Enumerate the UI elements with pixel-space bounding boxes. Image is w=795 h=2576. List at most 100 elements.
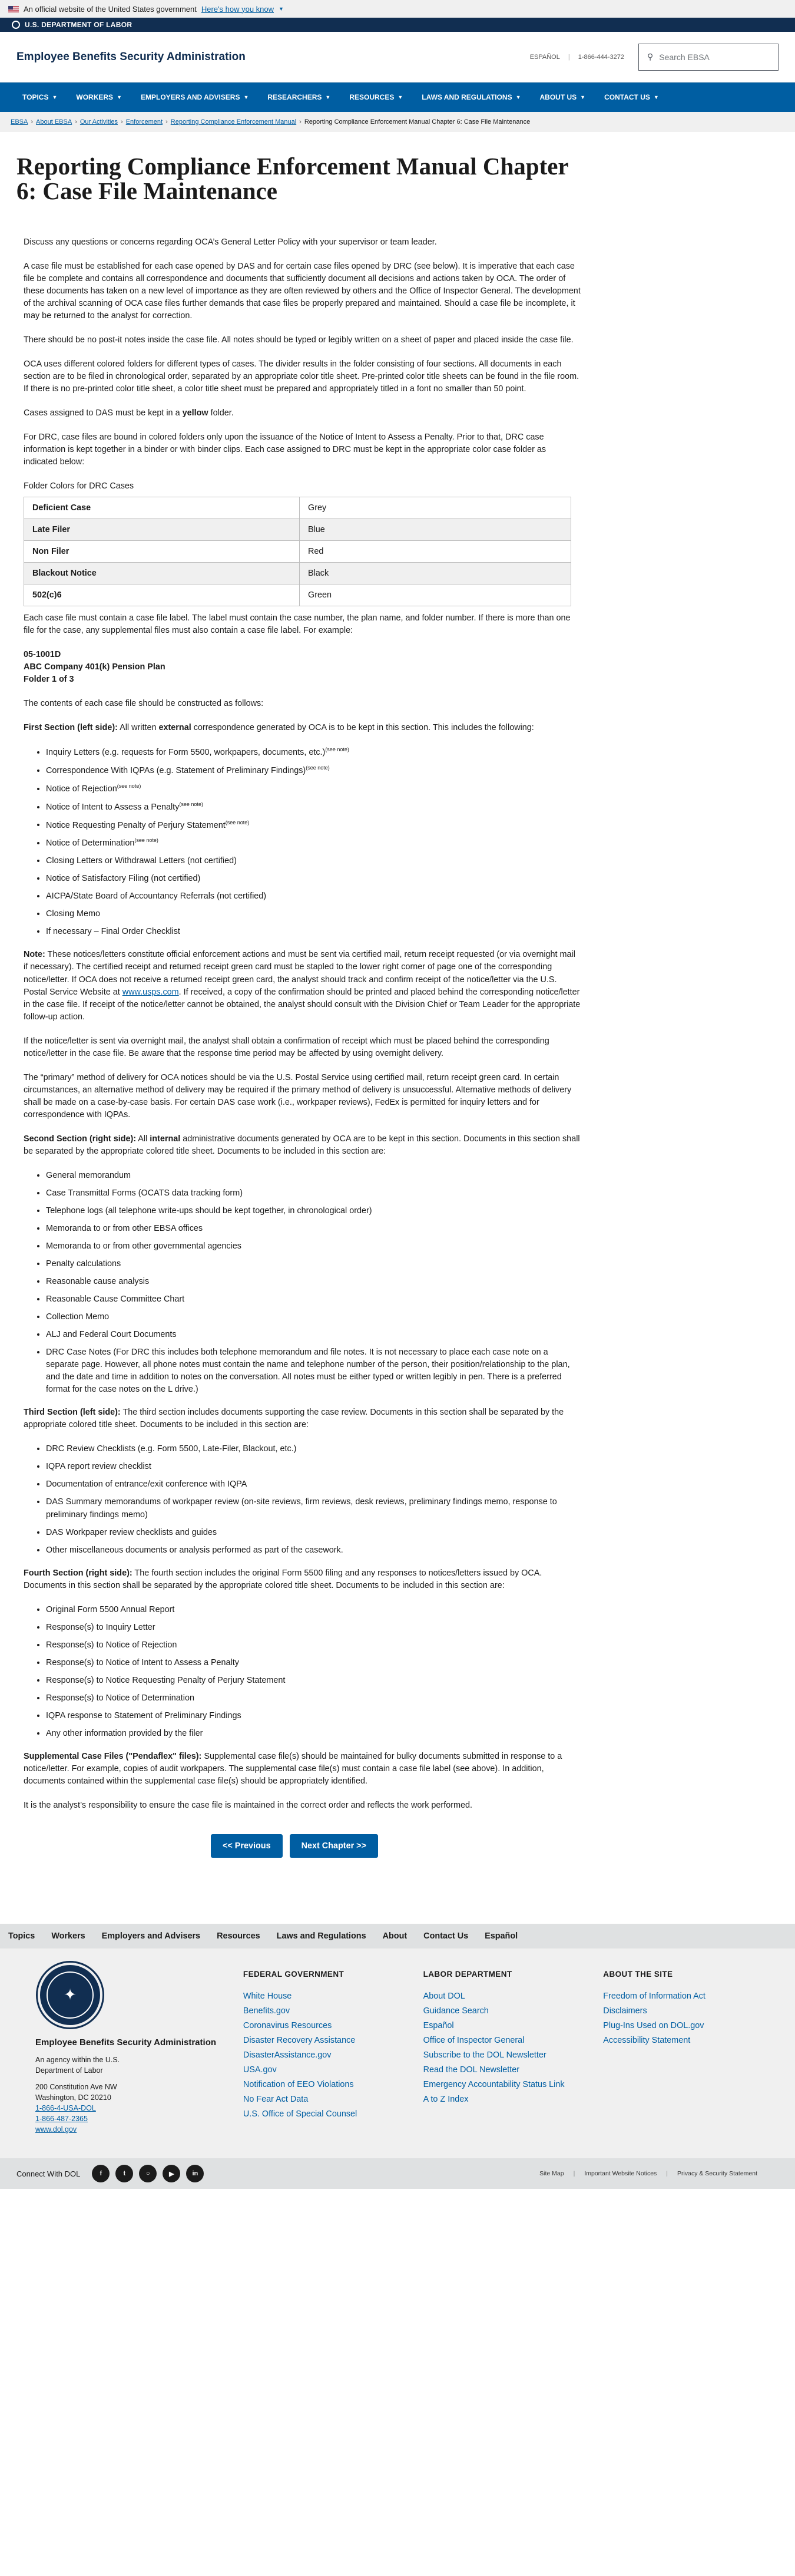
footer-link[interactable]: Freedom of Information Act	[603, 1992, 760, 2001]
footer-website-link[interactable]: www.dol.gov	[35, 2125, 77, 2134]
footer-link[interactable]: Notification of EEO Violations	[243, 2080, 400, 2089]
footer-link[interactable]: Office of Inspector General	[423, 2036, 580, 2045]
previous-button[interactable]: << Previous	[211, 1834, 283, 1858]
list-item: DAS Workpaper review checklists and guid…	[46, 1527, 582, 1539]
overnight-paragraph: If the notice/letter is sent via overnig…	[24, 1036, 549, 1058]
list-item: Telephone logs (all telephone write-ups …	[46, 1205, 582, 1217]
chevron-down-icon: ▼	[515, 94, 521, 100]
legal-separator: |	[666, 2170, 668, 2178]
breadcrumb-activities[interactable]: Our Activities	[80, 118, 118, 126]
footer-site-heading: ABOUT THE SITE	[603, 1970, 673, 1979]
footer-link[interactable]: Accessibility Statement	[603, 2036, 760, 2045]
footer-nav: Topics Workers Employers and Advisers Re…	[0, 1924, 795, 1949]
footer-link[interactable]: About DOL	[423, 1992, 580, 2001]
list-item: DRC Review Checklists (e.g. Form 5500, L…	[46, 1443, 582, 1455]
breadcrumb-about[interactable]: About EBSA	[36, 118, 72, 126]
usps-link[interactable]: www.usps.com	[122, 988, 179, 997]
footer-link[interactable]: A to Z Index	[423, 2095, 580, 2104]
footer-link[interactable]: No Fear Act Data	[243, 2095, 400, 2104]
next-chapter-button[interactable]: Next Chapter >>	[289, 1834, 378, 1858]
nav-workers[interactable]: WORKERS ▼	[67, 82, 131, 112]
footer-link[interactable]: Emergency Accountability Status Link	[423, 2080, 580, 2089]
folder-color-cell: Green	[299, 584, 571, 607]
table-row: Late Filer Blue	[24, 518, 571, 541]
final-paragraph: It is the analyst’s responsibility to en…	[24, 1801, 473, 1810]
breadcrumb-separator: ›	[121, 118, 123, 126]
fourth-section-list: Original Form 5500 Annual Report Respons…	[24, 1604, 582, 1740]
instagram-icon[interactable]: ○	[139, 2165, 157, 2183]
list-item: AICPA/State Board of Accountancy Referra…	[46, 890, 582, 903]
facebook-icon[interactable]: f	[92, 2165, 110, 2183]
nav-laws[interactable]: LAWS AND REGULATIONS ▼	[412, 82, 530, 112]
drc-paragraph: For DRC, case files are bound in colored…	[24, 432, 546, 467]
nav-contact[interactable]: CONTACT US ▼	[595, 82, 668, 112]
gov-banner: An official website of the United States…	[0, 0, 795, 18]
dol-seal-logo[interactable]: ✦	[38, 1963, 102, 2028]
breadcrumb-manual[interactable]: Reporting Compliance Enforcement Manual	[171, 118, 296, 126]
footer-link[interactable]: USA.gov	[243, 2065, 400, 2075]
how-you-know-link[interactable]: Here's how you know	[201, 5, 274, 14]
youtube-icon[interactable]: ▶	[163, 2165, 181, 2183]
espanol-link[interactable]: ESPAÑOL	[530, 54, 560, 61]
footer-link[interactable]: White House	[243, 1992, 400, 2001]
footer-link[interactable]: Disaster Recovery Assistance	[243, 2036, 400, 2045]
nav-resources[interactable]: RESOURCES ▼	[340, 82, 412, 112]
us-flag-icon	[8, 5, 19, 12]
list-item: Notice of Determination(see note)	[46, 837, 582, 850]
list-item: Closing Letters or Withdrawal Letters (n…	[46, 855, 582, 867]
list-item: Notice of Intent to Assess a Penalty(see…	[46, 801, 582, 814]
privacy-link[interactable]: Privacy & Security Statement	[677, 2170, 757, 2177]
footer-nav-workers[interactable]: Workers	[51, 1931, 85, 1941]
colors-paragraph: OCA uses different colored folders for d…	[24, 359, 579, 394]
breadcrumb-ebsa[interactable]: EBSA	[11, 118, 28, 126]
list-item: Response(s) to Notice of Rejection	[46, 1639, 582, 1652]
footer-nav-resources[interactable]: Resources	[217, 1931, 260, 1941]
footer-link[interactable]: Benefits.gov	[243, 2006, 400, 2016]
site-map-link[interactable]: Site Map	[539, 2170, 564, 2177]
note-paragraph: Note: These notices/letters constitute o…	[24, 950, 581, 1022]
site-title[interactable]: Employee Benefits Security Administratio…	[16, 51, 530, 64]
footer-link[interactable]: DisasterAssistance.gov	[243, 2050, 400, 2060]
footer-link[interactable]: U.S. Office of Special Counsel	[243, 2109, 400, 2119]
first-section-paragraph: First Section (left side): All written e…	[24, 723, 534, 733]
folder-color-cell: Blue	[299, 518, 571, 541]
nav-researchers[interactable]: RESEARCHERS ▼	[258, 82, 340, 112]
footer-link[interactable]: Plug-Ins Used on DOL.gov	[603, 2021, 760, 2030]
footer-nav-employers[interactable]: Employers and Advisers	[102, 1931, 200, 1941]
list-item: Response(s) to Notice of Intent to Asses…	[46, 1657, 582, 1669]
legal-links: Site Map | Important Website Notices | P…	[539, 2170, 757, 2177]
footer-nav-about[interactable]: About	[383, 1931, 408, 1941]
footer-nav-contact[interactable]: Contact Us	[423, 1931, 468, 1941]
nav-employers[interactable]: EMPLOYERS AND ADVISERS ▼	[131, 82, 258, 112]
linkedin-icon[interactable]: in	[186, 2165, 204, 2183]
chevron-down-icon: ▼	[52, 94, 58, 100]
footer-link[interactable]: Subscribe to the DOL Newsletter	[423, 2050, 580, 2060]
footer-phone-1[interactable]: 1-866-4-USA-DOL	[35, 2104, 96, 2112]
second-section-paragraph: Second Section (right side): All interna…	[24, 1134, 580, 1156]
footer-link[interactable]: Español	[423, 2021, 580, 2030]
dol-bar-label[interactable]: U.S. DEPARTMENT OF LABOR	[25, 21, 132, 29]
nav-about[interactable]: ABOUT US ▼	[531, 82, 595, 112]
nav-topics[interactable]: TOPICS ▼	[13, 82, 67, 112]
search-icon[interactable]: ⚲	[647, 52, 653, 62]
site-header: Employee Benefits Security Administratio…	[0, 32, 795, 82]
footer-labor-column: LABOR DEPARTMENT About DOL Guidance Sear…	[423, 1960, 580, 2158]
footer-link[interactable]: Guidance Search	[423, 2006, 580, 2016]
footer-link[interactable]: Read the DOL Newsletter	[423, 2065, 580, 2075]
website-notices-link[interactable]: Important Website Notices	[584, 2170, 657, 2177]
case-type-cell: Blackout Notice	[24, 562, 300, 585]
breadcrumb-enforcement[interactable]: Enforcement	[126, 118, 163, 126]
twitter-icon[interactable]: t	[115, 2165, 134, 2183]
list-item: Notice of Satisfactory Filing (not certi…	[46, 873, 582, 885]
footer-federal-column: FEDERAL GOVERNMENT White House Benefits.…	[243, 1960, 400, 2158]
label-paragraph: Each case file must contain a case file …	[24, 613, 571, 636]
footer-phone-2[interactable]: 1-866-487-2365	[35, 2115, 88, 2123]
chevron-down-icon: ▼	[325, 94, 331, 100]
footer-nav-espanol[interactable]: Español	[485, 1931, 518, 1941]
footer-nav-laws[interactable]: Laws and Regulations	[277, 1931, 366, 1941]
search-input[interactable]: ⚲ Search EBSA	[638, 43, 779, 71]
footer-nav-topics[interactable]: Topics	[8, 1931, 35, 1941]
breadcrumb-current: Reporting Compliance Enforcement Manual …	[304, 118, 531, 126]
footer-link[interactable]: Disclaimers	[603, 2006, 760, 2016]
footer-link[interactable]: Coronavirus Resources	[243, 2021, 400, 2030]
